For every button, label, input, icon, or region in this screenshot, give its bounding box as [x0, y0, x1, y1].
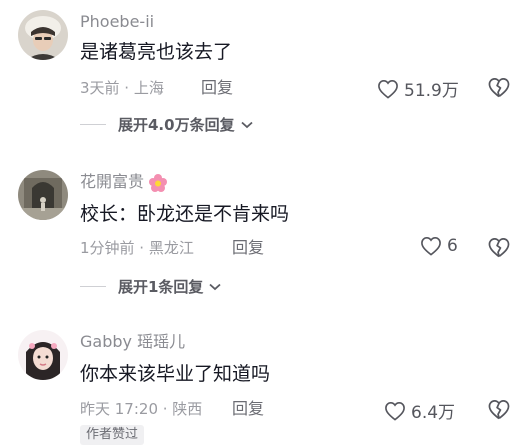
heart-outline-icon: [421, 236, 441, 256]
dislike-button[interactable]: [487, 77, 511, 102]
divider: [80, 286, 106, 287]
comment-meta: 昨天 17:20 · 陕西: [80, 400, 203, 418]
broken-heart-icon: [488, 238, 510, 258]
like-button[interactable]: 6: [420, 236, 458, 256]
like-count: 51.9万: [404, 81, 459, 101]
dislike-button[interactable]: [487, 399, 511, 424]
broken-heart-icon: [488, 78, 510, 98]
expand-replies-button[interactable]: 展开1条回复: [80, 276, 222, 297]
divider: [80, 124, 106, 125]
avatar[interactable]: [18, 10, 68, 60]
reply-button[interactable]: 回复: [201, 78, 233, 98]
author-liked-badge: 作者赞过: [80, 425, 145, 445]
broken-heart-icon: [488, 400, 510, 420]
comment-item: 花開富贵 校长：卧龙还是不肯来吗 1分钟前 · 黑龙江 回复 6 展开1条回复: [0, 160, 521, 300]
comment-username-text: 花開富贵: [80, 172, 145, 191]
like-count: 6.4万: [411, 403, 456, 423]
comment-username[interactable]: Phoebe-ii: [80, 12, 154, 32]
comment-text: 是诸葛亮也该去了: [80, 41, 233, 63]
comment-username[interactable]: Gabby 瑶瑶儿: [80, 332, 185, 352]
heart-outline-icon: [378, 79, 398, 99]
flower-icon: [149, 173, 168, 192]
comment-text: 你本来该毕业了知道吗: [80, 363, 271, 385]
avatar[interactable]: [18, 330, 68, 380]
comment-item: Gabby 瑶瑶儿 你本来该毕业了知道吗 昨天 17:20 · 陕西 回复 6.…: [0, 320, 521, 448]
chevron-down-icon: [209, 283, 222, 290]
like-count: 6: [447, 236, 458, 256]
expand-replies-button[interactable]: 展开4.0万条回复: [80, 114, 253, 135]
heart-outline-icon: [385, 401, 405, 421]
comment-username[interactable]: 花開富贵: [80, 172, 168, 193]
like-button[interactable]: 51.9万: [377, 76, 459, 101]
chevron-down-icon: [240, 121, 253, 128]
comment-meta: 3天前 · 上海: [80, 79, 164, 97]
like-button[interactable]: 6.4万: [384, 398, 455, 423]
expand-replies-label: 展开4.0万条回复: [118, 116, 235, 134]
avatar[interactable]: [18, 170, 68, 220]
reply-button[interactable]: 回复: [232, 399, 264, 419]
comment-item: Phoebe-ii 是诸葛亮也该去了 3天前 · 上海 回复 51.9万 展开4…: [0, 0, 521, 140]
comment-text: 校长：卧龙还是不肯来吗: [80, 203, 290, 225]
reply-button[interactable]: 回复: [232, 238, 264, 258]
expand-replies-label: 展开1条回复: [118, 278, 204, 296]
comment-meta: 1分钟前 · 黑龙江: [80, 239, 194, 257]
dislike-button[interactable]: [487, 237, 511, 262]
